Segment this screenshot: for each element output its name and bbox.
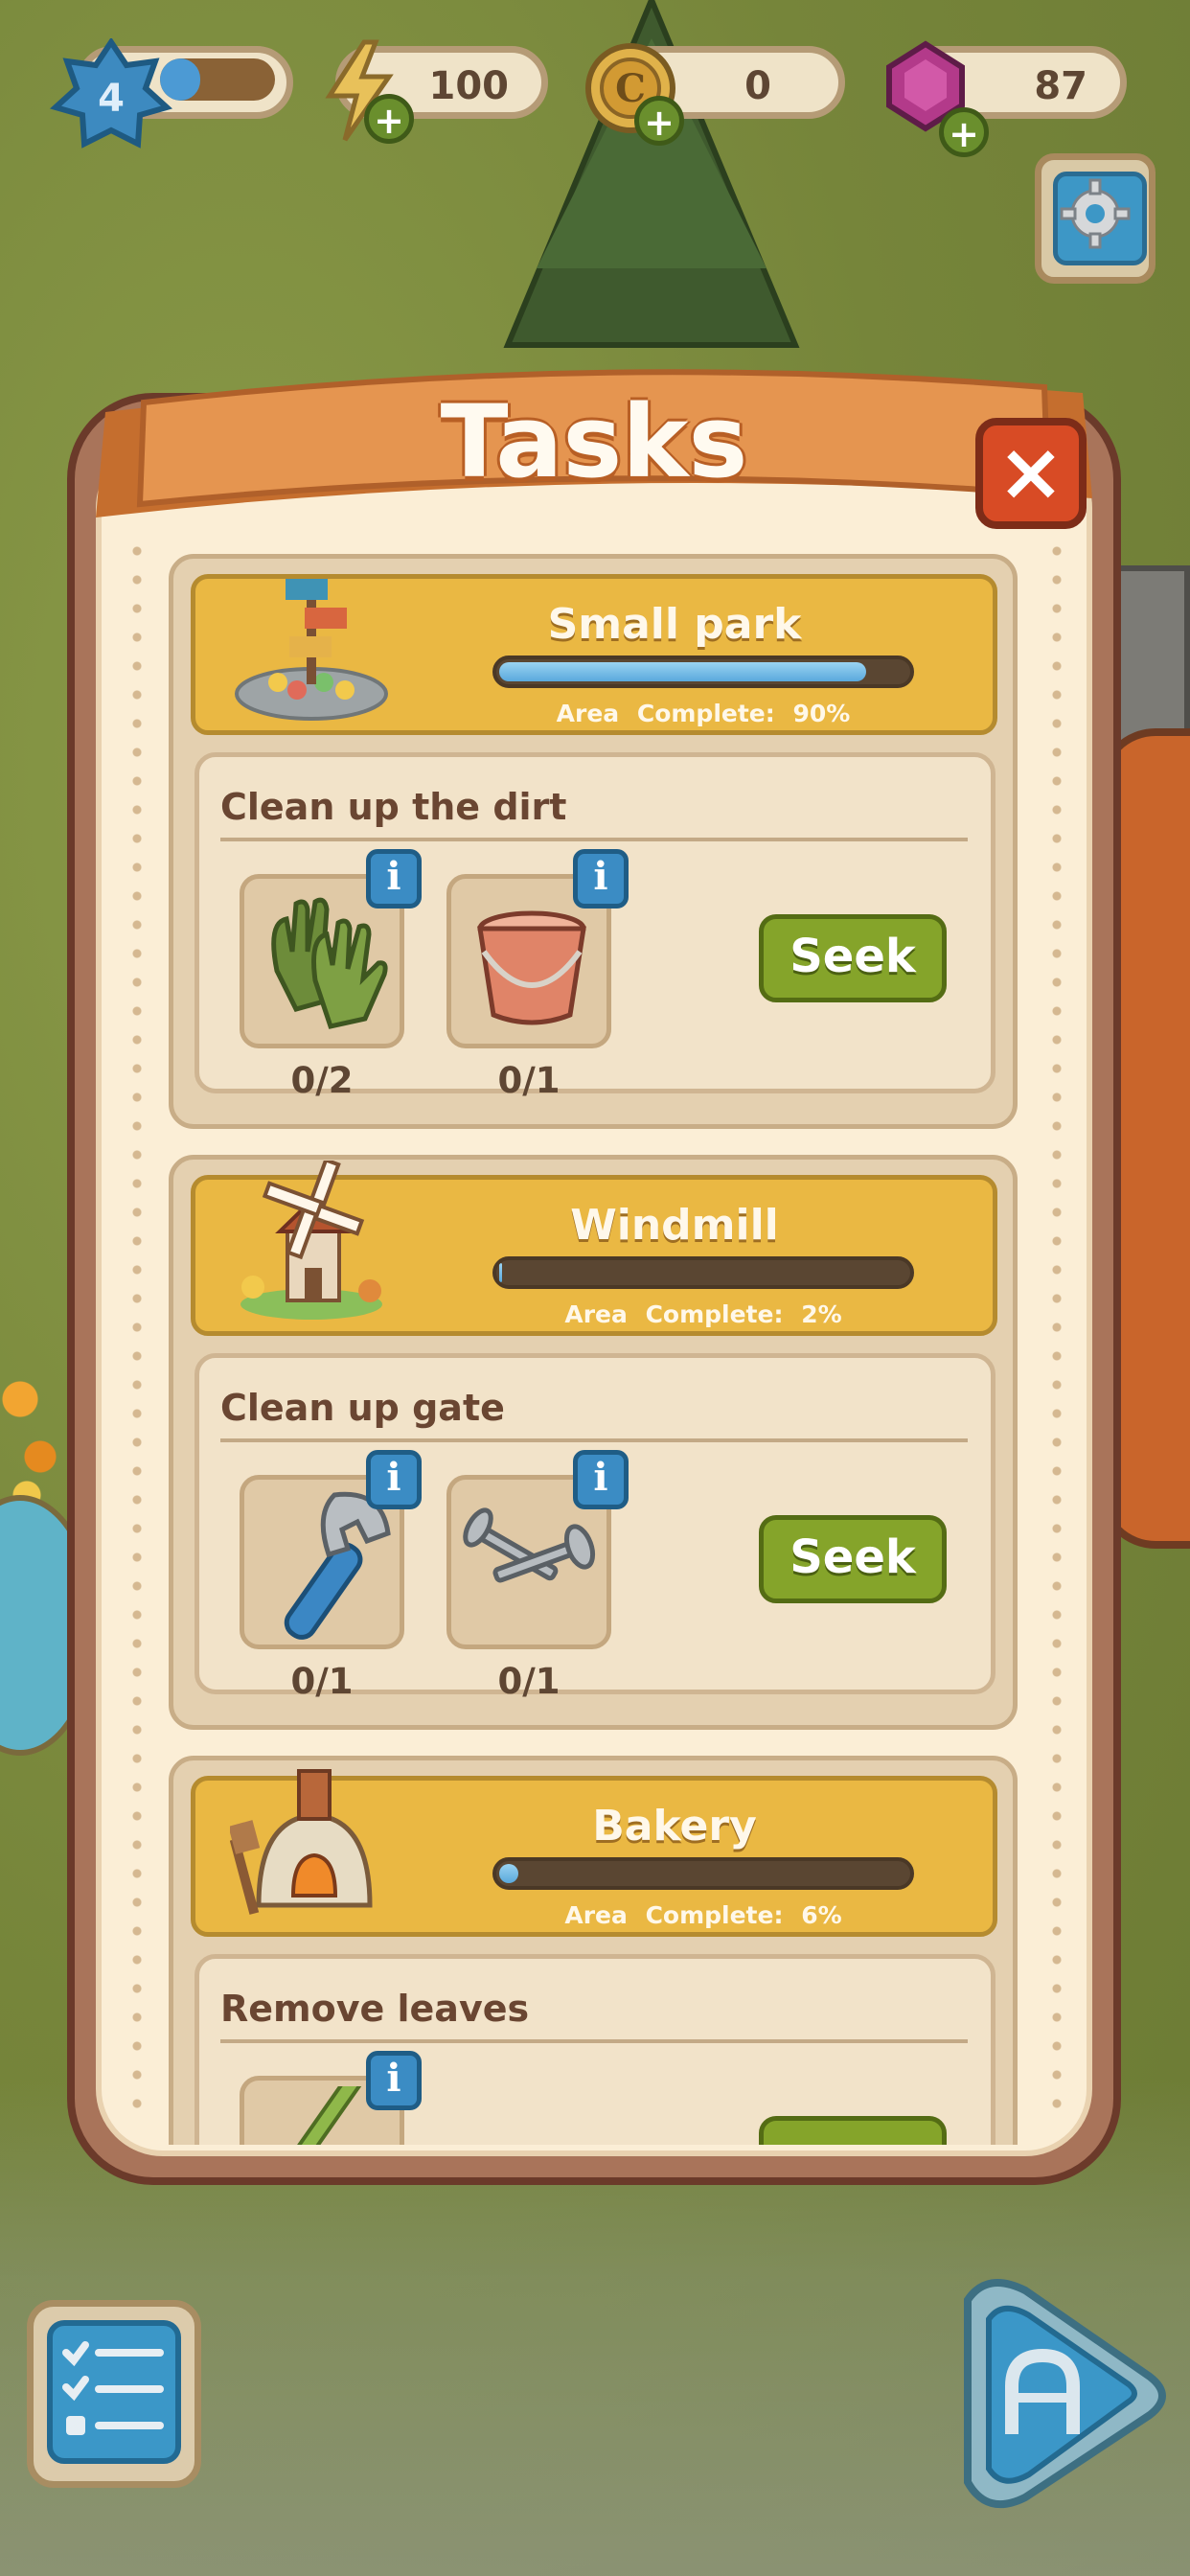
task-list-button-face: [47, 2320, 181, 2464]
gear-icon: [1060, 178, 1131, 249]
item-info-button[interactable]: i: [366, 1450, 422, 1509]
close-icon: ×: [996, 425, 1065, 518]
area-complete-label: Area Complete:: [564, 1901, 784, 1929]
task-divider: [220, 838, 968, 841]
energy-plus-button[interactable]: +: [364, 94, 414, 144]
task-title: Clean up gate: [220, 1387, 505, 1429]
panel-dots-left: [132, 537, 142, 2128]
seek-button[interactable]: Seek: [759, 914, 947, 1002]
area-name: Bakery: [592, 1802, 757, 1851]
area-complete-value: 2%: [801, 1300, 842, 1328]
area-header: Small park Area Complete: 90%: [191, 574, 997, 735]
gems-plus-button[interactable]: +: [939, 107, 989, 157]
seek-button[interactable]: [759, 2116, 947, 2145]
coins-value: 0: [744, 64, 771, 108]
area-complete-label: Area Complete:: [564, 1300, 784, 1328]
area-card-bakery: Bakery Area Complete: 6% Remove leaves i: [169, 1756, 1018, 2145]
item-count: 0/1: [290, 1661, 354, 1702]
task-title: Clean up the dirt: [220, 786, 567, 828]
gems-value: 87: [1034, 64, 1087, 108]
level-progress-track: [160, 58, 275, 101]
home-button[interactable]: [949, 2271, 1169, 2511]
area-progress-fill: [499, 1864, 518, 1883]
area-header: Windmill Area Complete: 2%: [191, 1161, 997, 1336]
item-count: 0/1: [497, 1060, 561, 1101]
task-card: Clean up the dirt i 0/2 i 0/1 Seek: [195, 752, 995, 1101]
settings-button[interactable]: [1035, 153, 1156, 284]
energy-value: 100: [428, 64, 510, 108]
task-divider: [220, 1438, 968, 1442]
area-header: Bakery Area Complete: 6%: [191, 1769, 997, 1937]
area-complete-value: 6%: [801, 1901, 842, 1929]
area-progress-fill: [499, 1263, 502, 1282]
area-complete-label: Area Complete:: [556, 700, 775, 727]
checklist-icon: [62, 2341, 164, 2435]
task-title: Remove leaves: [220, 1988, 530, 2030]
area-progress-bar: [492, 1256, 914, 1289]
tasks-title: Tasks: [440, 383, 748, 500]
top-hud: 4 100 + 0 C + 87 +: [0, 38, 1190, 157]
area-progress-bar: [492, 656, 914, 688]
item-info-button[interactable]: i: [366, 849, 422, 908]
area-complete-text: Area Complete: 2%: [483, 1300, 924, 1328]
seek-button[interactable]: Seek: [759, 1515, 947, 1603]
coins-plus-button[interactable]: +: [634, 96, 684, 146]
item-info-button[interactable]: i: [366, 2051, 422, 2110]
item-info-button[interactable]: i: [573, 1450, 629, 1509]
area-card-small-park: Small park Area Complete: 90% Clean up t…: [169, 554, 1018, 1129]
task-card: Remove leaves i: [195, 1954, 995, 2145]
level-number: 4: [98, 77, 125, 121]
small-park-icon: [235, 579, 388, 721]
item-count: 0/1: [497, 1661, 561, 1702]
task-card: Clean up gate i 0/1 i 0/1 Seek: [195, 1353, 995, 1702]
area-progress-bar: [492, 1857, 914, 1890]
item-info-button[interactable]: i: [573, 849, 629, 908]
bakery-oven-icon: [230, 1769, 373, 1915]
area-progress-fill: [499, 662, 866, 681]
panel-dots-right: [1052, 537, 1062, 2128]
area-complete-text: Area Complete: 6%: [483, 1901, 924, 1929]
windmill-icon: [240, 1161, 382, 1320]
tasks-title-banner: Tasks: [86, 355, 1102, 518]
level-star-icon: 4: [50, 38, 172, 149]
area-complete-value: 90%: [792, 700, 851, 727]
tasks-scroll-list[interactable]: Small park Area Complete: 90% Clean up t…: [169, 554, 1018, 2145]
area-card-windmill: Windmill Area Complete: 2% Clean up gate…: [169, 1155, 1018, 1730]
area-name: Small park: [547, 600, 802, 649]
task-divider: [220, 2039, 968, 2043]
settings-button-face: [1053, 172, 1147, 265]
task-list-button[interactable]: [27, 2300, 201, 2488]
item-count: 0/2: [290, 1060, 354, 1101]
close-button[interactable]: ×: [975, 418, 1087, 529]
area-name: Windmill: [570, 1201, 779, 1250]
area-complete-text: Area Complete: 90%: [483, 700, 924, 727]
